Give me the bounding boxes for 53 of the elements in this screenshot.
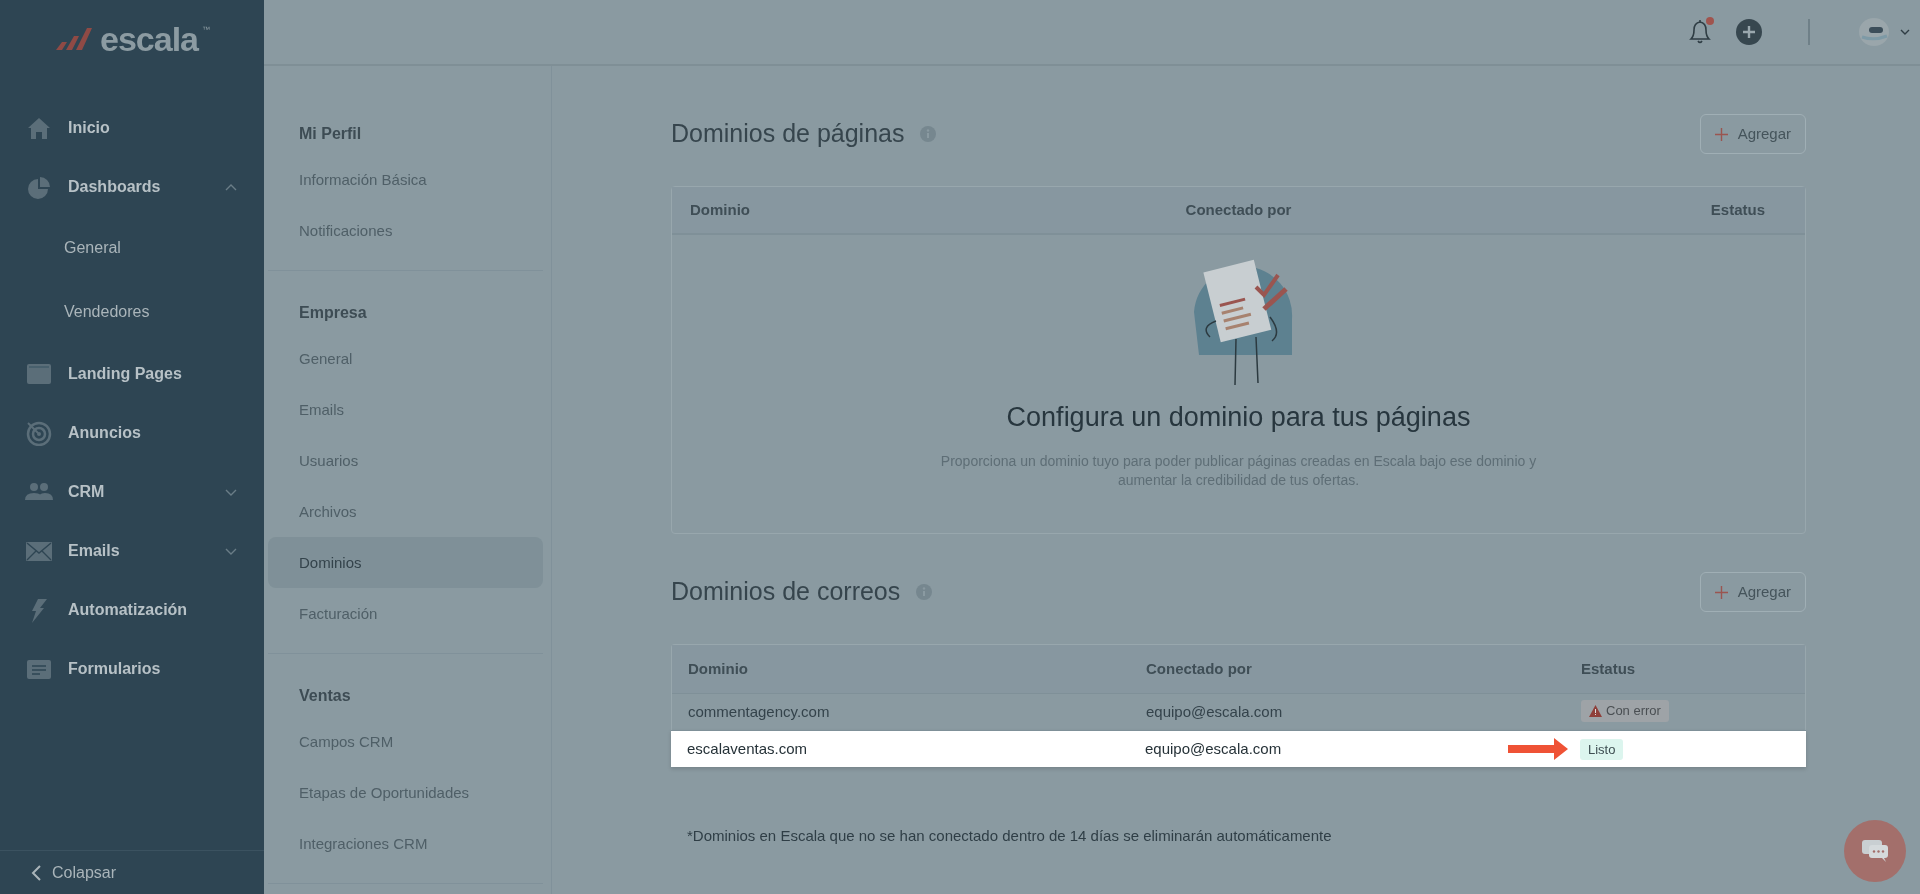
sidebar-item[interactable]: CRM bbox=[0, 462, 264, 521]
nav-section-title: Empresa bbox=[298, 303, 368, 323]
avatar-icon[interactable] bbox=[1856, 16, 1892, 48]
footnote: *Dominios en Escala que no se han conectado dentro de 14 días se eliminarán automáticamente bbox=[686, 826, 1333, 846]
empty-state-title: Configura un dominio para tus páginas bbox=[1006, 401, 1471, 434]
column-header: Estatus bbox=[1709, 199, 1766, 220]
plus-icon bbox=[1714, 585, 1728, 599]
column-header: Conectado por bbox=[1184, 199, 1293, 220]
table-cell: equipo@escala.com bbox=[1145, 739, 1282, 757]
column-header: Conectado por bbox=[1146, 659, 1252, 677]
settings-nav-item[interactable]: General bbox=[268, 333, 543, 384]
add-icon[interactable] bbox=[1736, 19, 1762, 45]
section-title: Dominios de correos bbox=[671, 576, 901, 608]
table-cell: commentagency.com bbox=[688, 702, 830, 720]
sidebar-item[interactable]: Automatización bbox=[0, 580, 264, 639]
sidebar-item[interactable]: Emails bbox=[0, 521, 264, 580]
sidebar-item[interactable]: Landing Pages bbox=[0, 344, 264, 403]
column-header: Estatus bbox=[1581, 659, 1636, 677]
add-button[interactable]: Agregar bbox=[1699, 113, 1806, 155]
brand-name: escala bbox=[100, 18, 198, 60]
settings-nav-item[interactable]: Usuarios bbox=[268, 435, 543, 486]
plus-icon bbox=[1714, 127, 1728, 141]
settings-nav-item[interactable]: Etapas de Oportunidades bbox=[268, 767, 543, 818]
settings-nav-item[interactable]: Archivos bbox=[268, 486, 543, 537]
sidebar-subitem[interactable]: General bbox=[0, 216, 264, 280]
sidebar-item[interactable]: Dashboards bbox=[0, 157, 264, 216]
nav-section-title: Ventas bbox=[298, 686, 352, 706]
settings-nav-item[interactable]: Facturación bbox=[268, 588, 543, 639]
status-badge: Listo bbox=[1580, 738, 1624, 761]
column-header: Dominio bbox=[690, 199, 751, 220]
settings-nav-item[interactable]: Emails bbox=[268, 384, 543, 435]
status-badge: Con error bbox=[1581, 700, 1669, 722]
sidebar-item[interactable]: Formularios bbox=[0, 639, 264, 698]
sidebar-item[interactable]: Anuncios bbox=[0, 403, 264, 462]
settings-nav-item[interactable]: Información Básica bbox=[268, 154, 543, 205]
nav-section-title: Mi Perfil bbox=[298, 124, 363, 144]
warning-icon bbox=[1589, 705, 1602, 718]
settings-nav-item[interactable]: Dominios bbox=[268, 537, 543, 588]
sidebar-subitem[interactable]: Vendedores bbox=[0, 280, 264, 344]
settings-nav-item[interactable]: Campos CRM bbox=[268, 716, 543, 767]
table-cell: escalaventas.com bbox=[687, 739, 808, 757]
column-header: Dominio bbox=[688, 659, 748, 677]
collapse-button[interactable]: Colapsar bbox=[0, 850, 264, 894]
target-icon bbox=[24, 419, 54, 446]
trademark: ™ bbox=[202, 24, 210, 36]
section-title: Dominios de páginas bbox=[671, 118, 905, 150]
table-cell: equipo@escala.com bbox=[1146, 702, 1283, 720]
settings-nav-item[interactable]: Integraciones CRM bbox=[268, 818, 543, 869]
settings-nav-item[interactable]: Notificaciones bbox=[268, 205, 543, 256]
chevron-left-icon bbox=[30, 863, 42, 882]
chevron-down-icon[interactable] bbox=[1900, 29, 1910, 35]
sidebar-item[interactable]: Inicio bbox=[0, 98, 264, 157]
add-button[interactable]: Agregar bbox=[1699, 571, 1806, 613]
